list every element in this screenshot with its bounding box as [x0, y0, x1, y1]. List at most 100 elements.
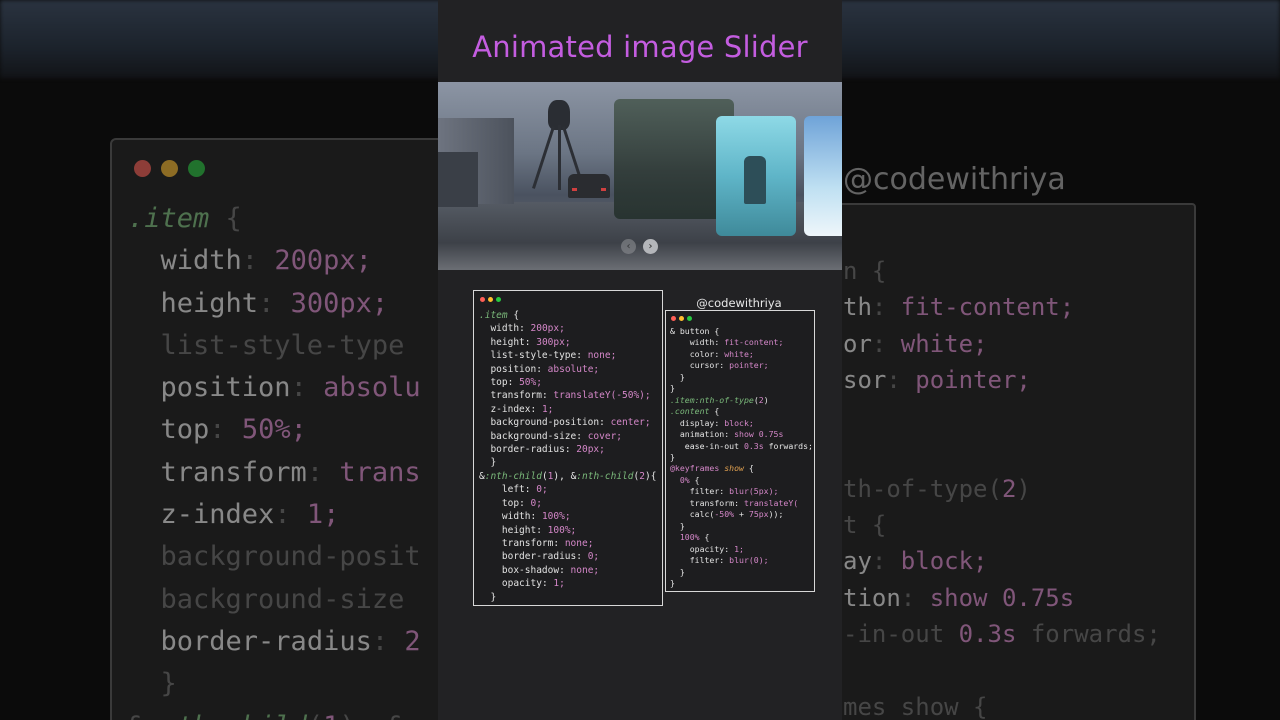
minimize-dot-icon [488, 297, 493, 302]
code-line: animation: show 0.75s [679, 429, 784, 440]
code-line: border-radius: 0; [501, 551, 600, 563]
maximize-dot-icon [496, 297, 501, 302]
code-line: width: fit-content; [689, 337, 784, 348]
background-code-line: mes show { [843, 692, 988, 720]
close-dot-icon [671, 316, 676, 321]
background-code-left: .item { width: 200px; height: 300px; lis… [128, 198, 421, 720]
code-line: width: 100%; [501, 511, 571, 523]
background-code-line: top: 50%; [160, 414, 307, 446]
slider-next-button[interactable]: › [643, 239, 658, 254]
window-controls [480, 297, 501, 302]
code-line: opacity: 1; [689, 543, 744, 554]
code-line: display: block; [679, 417, 754, 428]
minimize-dot-icon [679, 316, 684, 321]
background-code-line: -in-out 0.3s forwards; [843, 619, 1161, 648]
code-line: opacity: 1; [501, 578, 565, 590]
background-code-line: transform: trans [160, 456, 421, 488]
code-line: } [479, 591, 497, 603]
bg-dot-green-icon [188, 160, 205, 177]
code-line: filter: blur(5px); [689, 486, 779, 497]
background-code-line: ay: block; [843, 547, 988, 576]
close-dot-icon [480, 297, 485, 302]
code-line: cursor: pointer; [689, 360, 769, 371]
car-tail-light [601, 188, 606, 191]
code-line: calc(-50% + 75px)); [670, 509, 784, 520]
code-line: top: 50%; [490, 377, 542, 389]
author-handle: @codewithriya [696, 296, 782, 310]
background-code-line: th-of-type(2) [843, 474, 1031, 503]
bg-dot-red-icon [134, 160, 151, 177]
code-line: } [670, 577, 675, 588]
car-tail-light [572, 188, 577, 191]
robot-leg [532, 126, 555, 189]
code-line: .content { [670, 406, 720, 417]
css-code-left: .item { width: 200px; height: 300px; lis… [479, 309, 656, 604]
code-line: color: white; [689, 348, 754, 359]
background-code-line: border-radius: 2 [160, 625, 421, 657]
arrow-left-icon: ‹ [626, 241, 631, 252]
slide-truck-cab [438, 152, 478, 207]
code-line: } [670, 566, 685, 577]
code-line: z-index: 1; [490, 403, 554, 415]
background-window-dots [134, 160, 205, 177]
background-code-line: position: absolu [160, 372, 421, 404]
background-handle: @codewithriya [843, 162, 1066, 197]
code-line: &:nth-child(1), &:nth-child(2){ [479, 470, 657, 482]
background-code-line: or: white; [843, 329, 988, 358]
background-code-line: width: 200px; [160, 245, 372, 277]
arrow-right-icon: › [648, 241, 653, 252]
window-controls [671, 316, 692, 321]
video-title: Animated image Slider [472, 30, 808, 64]
code-line: list-style-type: none; [490, 350, 617, 362]
slider-prev-button[interactable]: ‹ [621, 239, 636, 254]
maximize-dot-icon [687, 316, 692, 321]
code-line: position: absolute; [490, 363, 600, 375]
code-line: transform: none; [501, 537, 594, 549]
code-line: height: 100%; [501, 524, 577, 536]
background-code-line [843, 398, 1161, 434]
code-line: .item { [479, 310, 520, 321]
code-line: 0% { [679, 474, 700, 485]
code-line: transform: translateY( [689, 497, 799, 508]
background-code-line: background-posit [128, 541, 421, 573]
background-code-line: t { [843, 511, 887, 540]
code-line: } [670, 383, 675, 394]
code-line: & button { [670, 326, 720, 336]
code-line: ease-in-out 0.3s forwards; [670, 440, 813, 451]
background-code-line: th: fit-content; [843, 293, 1075, 322]
code-window-right: & button { width: fit-content; color: wh… [665, 310, 815, 592]
video-panel: Animated image Slider ‹ › .item { width:… [438, 0, 842, 720]
card-figure [744, 156, 766, 204]
image-slider-preview: ‹ › [438, 82, 842, 270]
code-line: transform: translateY(-50%); [490, 390, 651, 402]
robot-leg [558, 125, 561, 190]
slide-car [568, 174, 610, 198]
code-line: @keyframes show { [670, 463, 754, 474]
code-line: height: 300px; [490, 336, 571, 348]
background-code-line: height: 300px; [160, 287, 389, 319]
slider-card-2[interactable] [716, 116, 796, 236]
background-code-line [843, 434, 1161, 470]
code-line: border-radius: 20px; [490, 444, 605, 456]
background-code-line: .item { [128, 203, 242, 234]
code-line: left: 0; [501, 484, 548, 496]
code-line: background-position: center; [490, 417, 651, 429]
background-code-line: tion: show 0.75s [843, 583, 1075, 612]
code-line: box-shadow: none; [501, 564, 600, 576]
code-line: background-size: cover; [490, 430, 623, 442]
css-code-right: & button { width: fit-content; color: wh… [670, 326, 813, 589]
slider-card-3[interactable] [804, 116, 842, 236]
bg-dot-yellow-icon [161, 160, 178, 177]
code-window-left: .item { width: 200px; height: 300px; lis… [473, 290, 663, 606]
background-code-line: n { [843, 257, 887, 285]
background-code-line: z-index: 1; [160, 499, 340, 531]
background-code-right: n {th: fit-content; or: white; sor: pointe… [843, 253, 1161, 720]
background-code-line: list-style-type [128, 329, 405, 361]
code-line: 100% { [679, 532, 710, 543]
code-line: } [479, 457, 497, 469]
background-code-line: &:nth-child(1), &: [128, 706, 421, 720]
code-line: .item:nth-of-type(2) [670, 394, 769, 405]
code-line: top: 0; [501, 497, 542, 509]
code-line: } [670, 451, 675, 462]
code-line: } [670, 371, 685, 382]
